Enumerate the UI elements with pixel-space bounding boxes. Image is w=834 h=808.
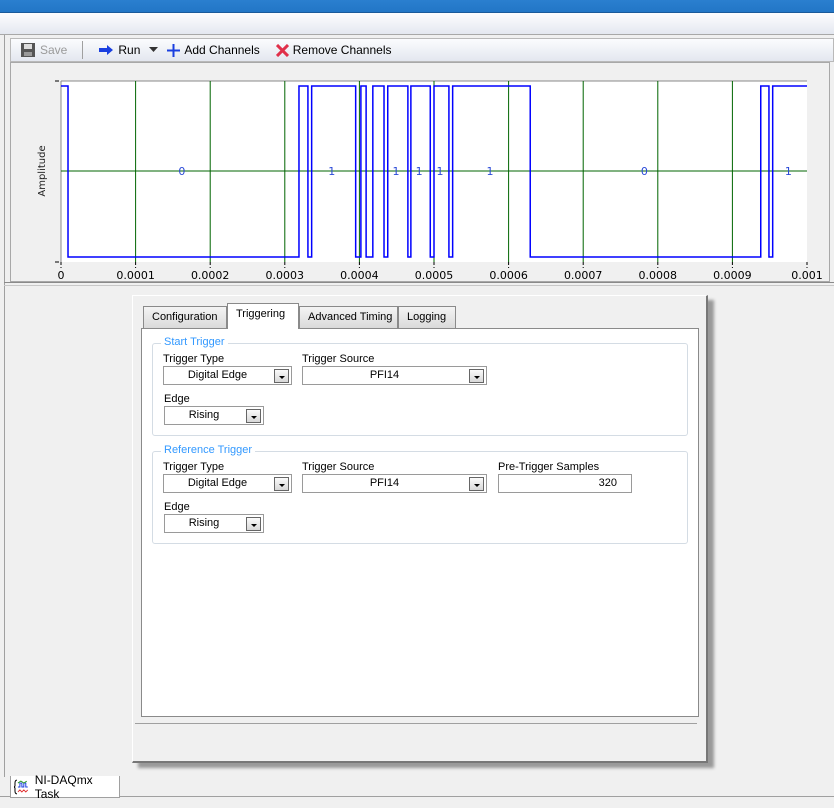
reference-trigger-title: Reference Trigger — [161, 444, 256, 456]
bit-value-label: 0 — [178, 165, 185, 178]
select-value: Rising — [188, 409, 220, 421]
select-value: Rising — [188, 517, 220, 529]
start-trigger-source-label: Trigger Source — [302, 353, 375, 365]
ref-trigger-source-label: Trigger Source — [302, 461, 375, 473]
start-trigger-source-select[interactable]: PFI14 — [302, 366, 487, 385]
remove-channels-button[interactable]: Remove Channels — [273, 43, 395, 57]
arrow-right-icon — [99, 45, 114, 55]
floppy-disk-icon — [21, 43, 35, 57]
bit-value-label: 1 — [785, 165, 792, 178]
dropdown-arrow-icon[interactable] — [469, 369, 484, 383]
add-channels-button[interactable]: Add Channels — [164, 43, 262, 57]
ref-edge-select[interactable]: Rising — [164, 514, 264, 533]
bit-value-label: 0 — [641, 165, 648, 178]
start-edge-select[interactable]: Rising — [164, 406, 264, 425]
tab-label: Logging — [407, 311, 447, 323]
y-axis-label: Amplitude — [37, 145, 48, 196]
dropdown-arrow-icon[interactable] — [246, 409, 261, 423]
task-configuration-panel: Configuration Triggering Advanced Timing… — [132, 295, 708, 763]
x-tick-label: 0.0004 — [340, 269, 379, 282]
bit-value-label: 1 — [328, 165, 335, 178]
x-tick-label: 0.0009 — [713, 269, 752, 282]
footer-divider — [135, 723, 697, 724]
menu-strip — [0, 13, 834, 35]
run-label: Run — [118, 43, 141, 57]
toolbar: Save Run Add Channels Remove Channels — [10, 38, 834, 62]
ref-edge-label: Edge — [164, 501, 190, 513]
save-button[interactable]: Save — [17, 42, 70, 58]
select-value: Digital Edge — [187, 369, 248, 381]
red-x-icon — [275, 43, 289, 57]
start-trigger-group: Start Trigger Trigger Type Digital Edge … — [152, 336, 688, 436]
select-value: Digital Edge — [187, 477, 248, 489]
dropdown-arrow-icon[interactable] — [274, 477, 289, 491]
document-tab-strip — [0, 796, 834, 808]
x-tick-label: 0.0002 — [191, 269, 230, 282]
start-trigger-type-label: Trigger Type — [163, 353, 225, 365]
triggering-tab-content: Start Trigger Trigger Type Digital Edge … — [141, 328, 699, 717]
title-bar — [0, 0, 834, 13]
pretrigger-samples-label: Pre-Trigger Samples — [498, 461, 600, 473]
select-value: PFI14 — [369, 477, 400, 489]
bit-value-label: 1 — [436, 165, 443, 178]
x-tick-label: 0.0005 — [415, 269, 454, 282]
select-value: PFI14 — [369, 369, 400, 381]
start-trigger-type-select[interactable]: Digital Edge — [163, 366, 292, 385]
tab-label: Advanced Timing — [308, 311, 393, 323]
run-dropdown-button[interactable] — [147, 47, 160, 53]
ref-trigger-type-select[interactable]: Digital Edge — [163, 474, 292, 493]
document-tab-ni-daqmx-task[interactable]: NI-DAQmx Task — [10, 772, 120, 801]
tab-configuration[interactable]: Configuration — [143, 306, 227, 328]
dropdown-arrow-icon[interactable] — [246, 517, 261, 531]
bit-value-label: 1 — [392, 165, 399, 178]
tab-label: Triggering — [236, 308, 286, 320]
start-trigger-title: Start Trigger — [161, 336, 228, 348]
tab-triggering[interactable]: Triggering — [227, 303, 299, 329]
splitter[interactable] — [4, 282, 834, 286]
document-tab-label: NI-DAQmx Task — [34, 772, 93, 801]
pretrigger-samples-input[interactable]: 320 — [498, 474, 632, 493]
remove-channels-label: Remove Channels — [292, 43, 392, 57]
x-tick-label: 0.0008 — [639, 269, 678, 282]
tab-advanced-timing[interactable]: Advanced Timing — [299, 306, 398, 328]
start-edge-label: Edge — [164, 393, 190, 405]
dropdown-arrow-icon[interactable] — [469, 477, 484, 491]
bit-value-label: 1 — [486, 165, 493, 178]
ref-trigger-type-label: Trigger Type — [163, 461, 225, 473]
x-tick-label: 0 — [58, 269, 65, 282]
add-channels-label: Add Channels — [184, 43, 260, 57]
x-tick-label: 0.0006 — [489, 269, 528, 282]
input-value: 320 — [598, 477, 617, 489]
plus-icon — [167, 43, 181, 57]
waveform-panel: 0 0.0001 0.0002 0.0003 0.0004 0.0005 0.0006 0.0… — [10, 62, 830, 282]
save-label: Save — [40, 43, 68, 57]
x-tick-label: 0.001 — [791, 269, 823, 282]
toolbar-separator — [82, 41, 84, 59]
x-tick-label: 0.0001 — [116, 269, 155, 282]
caret-down-icon — [149, 47, 159, 52]
daqmx-task-icon — [14, 779, 29, 794]
dropdown-arrow-icon[interactable] — [274, 369, 289, 383]
ref-trigger-source-select[interactable]: PFI14 — [302, 474, 487, 493]
bit-value-label: 1 — [416, 165, 423, 178]
run-button[interactable]: Run — [95, 43, 143, 57]
x-tick-label: 0.0007 — [564, 269, 603, 282]
reference-trigger-group: Reference Trigger Trigger Type Digital E… — [152, 444, 688, 544]
x-tick-label: 0.0003 — [266, 269, 305, 282]
tab-label: Configuration — [152, 311, 218, 323]
tab-logging[interactable]: Logging — [398, 306, 456, 328]
waveform-chart: 0 0.0001 0.0002 0.0003 0.0004 0.0005 0.0006 0.0… — [37, 80, 823, 282]
